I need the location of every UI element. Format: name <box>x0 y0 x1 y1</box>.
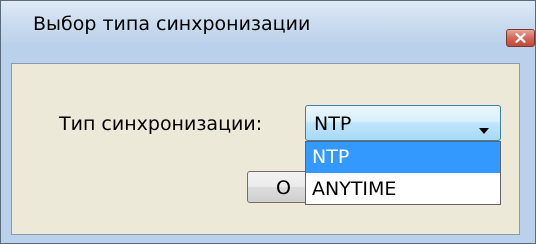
dropdown-option-anytime[interactable]: ANYTIME <box>306 174 500 205</box>
sync-type-combobox[interactable]: NTP <box>305 105 501 141</box>
window-title: Выбор типа синхронизации <box>33 13 311 35</box>
sync-type-dropdown-list: NTP ANYTIME <box>305 141 501 205</box>
sync-type-label: Тип синхронизации: <box>59 113 263 135</box>
close-icon <box>515 33 526 43</box>
chevron-down-icon <box>478 120 490 139</box>
dropdown-option-ntp[interactable]: NTP <box>306 142 500 173</box>
dialog-window: Выбор типа синхронизации Тип синхронизац… <box>0 0 536 244</box>
ok-button-label: O <box>276 177 291 199</box>
title-bar[interactable]: Выбор типа синхронизации <box>1 1 535 47</box>
close-button[interactable] <box>506 29 535 47</box>
combobox-selected-value: NTP <box>314 113 352 135</box>
